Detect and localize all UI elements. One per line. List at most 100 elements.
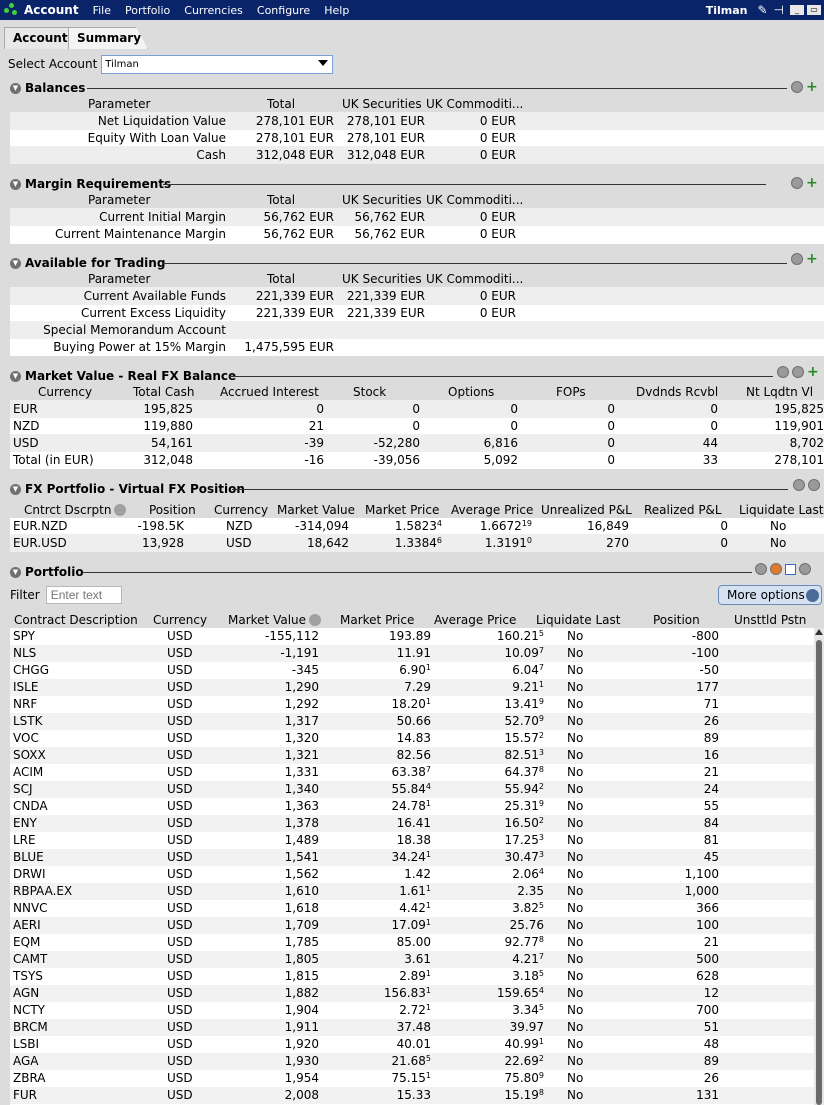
settings-icon[interactable] xyxy=(799,563,811,575)
collapse-icon[interactable]: ▼ xyxy=(10,82,21,94)
table-row[interactable]: ACIM USD 1,331 63.387 64.378 No 21 xyxy=(10,764,814,781)
refresh-icon[interactable] xyxy=(793,479,805,491)
table-row[interactable]: CAMT USD 1,805 3.61 4.217 No 500 xyxy=(10,951,814,968)
table-row[interactable]: AGA USD 1,930 21.685 22.692 No 89 xyxy=(10,1053,814,1070)
col-average-price[interactable]: Average Price xyxy=(434,613,516,627)
divider xyxy=(163,184,766,185)
market-value: 1,954 xyxy=(285,1071,319,1085)
table-row[interactable]: LSTK USD 1,317 50.66 52.709 No 26 xyxy=(10,713,814,730)
table-row[interactable]: NCTY USD 1,904 2.721 3.345 No 700 xyxy=(10,1002,814,1019)
market-value-header[interactable]: ▼ Market Value - Real FX Balance xyxy=(10,368,236,384)
table-row[interactable]: SOXX USD 1,321 82.56 82.513 No 16 xyxy=(10,747,814,764)
fx-portfolio-header[interactable]: ▼ FX Portfolio - Virtual FX Position xyxy=(10,481,245,497)
table-row[interactable]: ENY USD 1,378 16.41 16.502 No 84 xyxy=(10,815,814,832)
contract-description: LRE xyxy=(13,833,36,847)
table-row[interactable]: NNVC USD 1,618 4.421 3.825 No 366 xyxy=(10,900,814,917)
settings-icon[interactable] xyxy=(792,366,804,378)
collapse-icon[interactable]: ▼ xyxy=(10,483,21,495)
fx-rpl-text: 0 xyxy=(720,519,728,533)
col-position[interactable]: Position xyxy=(653,613,700,627)
account-select[interactable]: Tilman xyxy=(101,54,334,74)
tab-summary[interactable]: Summary xyxy=(68,27,148,49)
fx-pos-text: 13,928 xyxy=(142,536,184,550)
position: 55 xyxy=(704,799,719,813)
table-row[interactable]: TSYS USD 1,815 2.891 3.185 No 628 xyxy=(10,968,814,985)
position: -50 xyxy=(699,663,719,677)
calendar-icon[interactable] xyxy=(770,563,782,575)
wrench-icon[interactable]: ✎ xyxy=(757,3,767,17)
table-row[interactable]: BRCM USD 1,911 37.48 39.97 No 51 xyxy=(10,1019,814,1036)
col-market-value[interactable]: Market Value xyxy=(228,613,322,627)
table-row[interactable]: NRF USD 1,292 18.201 13.419 No 71 xyxy=(10,696,814,713)
collapse-icon[interactable]: ▼ xyxy=(10,257,21,269)
table-row[interactable]: SCJ USD 1,340 55.844 55.942 No 24 xyxy=(10,781,814,798)
col-market-price[interactable]: Market Price xyxy=(340,613,414,627)
settings-icon[interactable] xyxy=(808,479,820,491)
price-precision-digit: 8 xyxy=(538,765,544,774)
maximize-button[interactable]: ▭ xyxy=(807,5,821,15)
refresh-icon[interactable] xyxy=(777,366,789,378)
add-icon[interactable]: + xyxy=(806,80,818,94)
settings-icon[interactable] xyxy=(791,177,803,189)
table-row[interactable]: ISLE USD 1,290 7.29 9.211 No 177 xyxy=(10,679,814,696)
tab-account[interactable]: Account xyxy=(4,27,77,49)
collapse-icon[interactable]: ▼ xyxy=(10,370,21,382)
add-icon[interactable]: + xyxy=(806,176,818,190)
scroll-up-icon[interactable] xyxy=(815,629,823,635)
trading-header[interactable]: ▼ Available for Trading xyxy=(10,255,165,271)
currency: USD xyxy=(167,816,193,830)
liquidate-last-text: No xyxy=(567,952,584,966)
menu-file[interactable]: File xyxy=(93,4,111,17)
sort-icon[interactable] xyxy=(114,504,127,516)
trading-title: Available for Trading xyxy=(25,256,166,270)
balances-header[interactable]: ▼ Balances xyxy=(10,80,85,96)
col-unsettled-position[interactable]: Unsttld Pstn xyxy=(734,613,806,627)
currency: USD xyxy=(167,1071,193,1085)
table-row[interactable]: CNDA USD 1,363 24.781 25.319 No 55 xyxy=(10,798,814,815)
settings-icon[interactable] xyxy=(791,253,803,265)
table-row[interactable]: EQM USD 1,785 85.00 92.778 No 21 xyxy=(10,934,814,951)
table-row[interactable]: FUR USD 2,008 15.33 15.198 No 131 xyxy=(10,1087,814,1104)
sort-icon[interactable] xyxy=(309,614,322,626)
col-contract-description[interactable]: Contract Description xyxy=(14,613,138,627)
col-currency[interactable]: Currency xyxy=(153,613,207,627)
add-icon[interactable]: + xyxy=(806,252,818,266)
table-row[interactable]: AGN USD 1,882 156.831 159.654 No 12 xyxy=(10,985,814,1002)
market-price-text: 37.48 xyxy=(396,1020,431,1034)
table-row[interactable]: VOC USD 1,320 14.83 15.572 No 89 xyxy=(10,730,814,747)
market-price-text: 85.00 xyxy=(396,935,431,949)
menu-currencies[interactable]: Currencies xyxy=(184,4,243,17)
table-row[interactable]: RBPAA.EX USD 1,610 1.611 2.35 No 1,000 xyxy=(10,883,814,900)
col-unrealized-pnl: Unrealized P&L xyxy=(541,503,632,517)
pin-icon[interactable]: ⊣ xyxy=(774,3,784,17)
table-row[interactable]: LRE USD 1,489 18.38 17.253 No 81 xyxy=(10,832,814,849)
table-row[interactable]: CHGG USD -345 6.901 6.047 No -50 xyxy=(10,662,814,679)
margin-header[interactable]: ▼ Margin Requirements xyxy=(10,176,171,192)
table-row[interactable]: BLUE USD 1,541 34.241 30.473 No 45 xyxy=(10,849,814,866)
collapse-icon[interactable]: ▼ xyxy=(10,178,21,190)
table-row[interactable]: LSBI USD 1,920 40.01 40.991 No 48 xyxy=(10,1036,814,1053)
table-row[interactable]: SPY USD -155,112 193.89 160.215 No -800 xyxy=(10,628,814,645)
table-row[interactable]: NLS USD -1,191 11.91 10.097 No -100 xyxy=(10,645,814,662)
more-options-button[interactable]: More options xyxy=(718,585,822,605)
mv-stock: -52,280 xyxy=(373,436,420,450)
table-row[interactable]: ZBRA USD 1,954 75.151 75.809 No 26 xyxy=(10,1070,814,1087)
minimize-button[interactable]: _ xyxy=(790,5,804,15)
portfolio-header[interactable]: ▼ Portfolio xyxy=(10,564,84,580)
collapse-icon[interactable]: ▼ xyxy=(10,566,21,578)
vertical-scrollbar[interactable] xyxy=(814,628,824,1105)
filter-input[interactable] xyxy=(45,586,122,604)
window-icon[interactable] xyxy=(785,563,796,575)
settings-icon[interactable] xyxy=(791,81,803,93)
table-row[interactable]: AERI USD 1,709 17.091 25.76 No 100 xyxy=(10,917,814,934)
refresh-icon[interactable] xyxy=(755,563,767,575)
menu-help[interactable]: Help xyxy=(324,4,349,17)
menu-configure[interactable]: Configure xyxy=(257,4,310,17)
table-row[interactable]: DRWI USD 1,562 1.42 2.064 No 1,100 xyxy=(10,866,814,883)
add-icon[interactable]: + xyxy=(807,365,819,379)
menu-portfolio[interactable]: Portfolio xyxy=(125,4,170,17)
col-contract[interactable]: Cntrct Dscrptn xyxy=(24,503,127,517)
market-value: 1,882 xyxy=(285,986,319,1000)
scrollbar-thumb[interactable] xyxy=(816,640,822,1105)
col-liquidate-last[interactable]: Liquidate Last xyxy=(536,613,620,627)
